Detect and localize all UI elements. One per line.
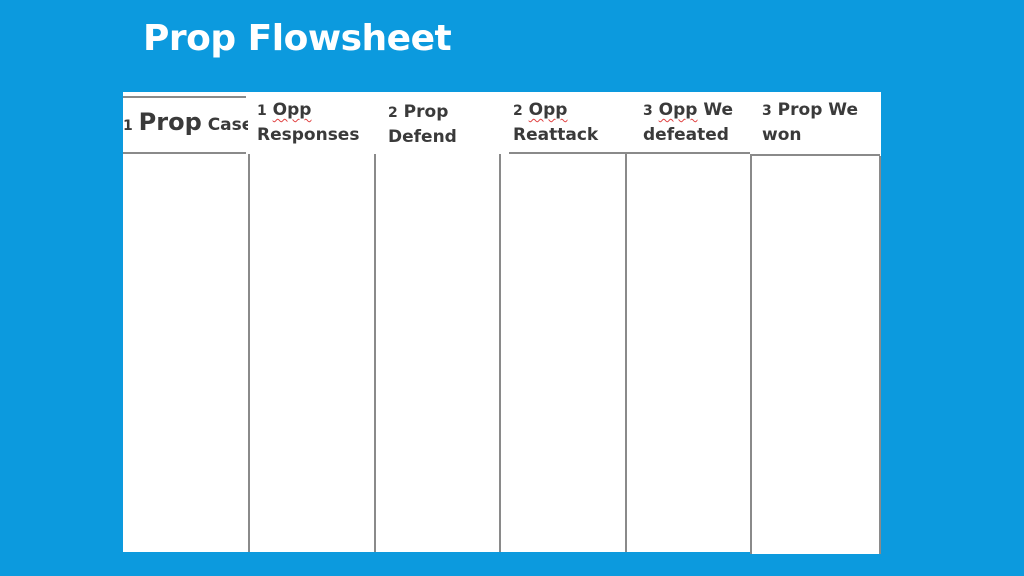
column-prop-case: 1 Prop Case xyxy=(123,92,253,552)
column-body[interactable] xyxy=(123,154,248,552)
column-opp-responses: 1 Opp Responses xyxy=(248,92,374,552)
column-body[interactable] xyxy=(750,156,881,554)
column-header: 1 Opp Responses xyxy=(257,100,360,145)
column-header: 1 Prop Case xyxy=(123,108,254,136)
column-header: 3 Prop We won xyxy=(762,100,858,145)
header-top-rule xyxy=(123,96,246,98)
column-body[interactable] xyxy=(374,154,499,552)
column-body[interactable] xyxy=(248,154,374,552)
column-body[interactable] xyxy=(625,154,750,552)
column-prop-defend: 2 Prop Defend xyxy=(374,92,499,552)
column-opp-reattack: 2 Opp Reattack xyxy=(499,92,625,552)
column-header: 2 Prop Defend xyxy=(388,102,457,147)
column-prop-we-won: 3 Prop We won xyxy=(750,92,881,554)
column-body[interactable] xyxy=(499,154,625,552)
flowsheet-table: 1 Prop Case 1 Opp Responses 2 Prop Defen… xyxy=(123,92,881,554)
slide-title: Prop Flowsheet xyxy=(143,18,452,59)
column-header: 3 Opp We defeated xyxy=(643,100,734,145)
column-opp-we-defeated: 3 Opp We defeated xyxy=(625,92,750,552)
column-header: 2 Opp Reattack xyxy=(513,100,599,145)
